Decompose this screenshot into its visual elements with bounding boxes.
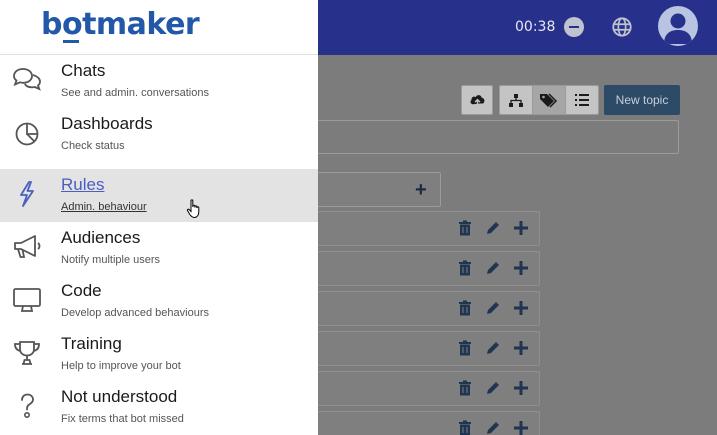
tags-view-button[interactable] [533,86,566,114]
sitemap-icon [509,94,523,107]
pencil-icon[interactable] [485,220,501,236]
add-icon[interactable] [513,340,529,356]
menu-item-training[interactable]: Training Help to improve your bot [0,328,318,381]
trash-icon[interactable] [457,340,473,356]
menu-item-chats[interactable]: Chats See and admin. conversations [0,55,318,108]
logo-underline [63,40,79,43]
root-topic-row[interactable]: + [300,172,441,207]
menu-item-label: Audiences [61,228,141,247]
add-icon[interactable] [513,260,529,276]
menu-item-label: Training [61,334,122,353]
add-icon[interactable] [513,220,529,236]
new-topic-button[interactable]: New topic [604,85,680,115]
rule-row[interactable] [300,411,540,435]
pencil-icon[interactable] [485,300,501,316]
menu-item-dashboards[interactable]: Dashboards Check status [0,108,318,161]
rule-row[interactable] [300,251,540,286]
pencil-icon[interactable] [485,340,501,356]
trash-icon[interactable] [457,380,473,396]
user-avatar[interactable] [658,6,698,46]
trash-icon[interactable] [457,420,473,435]
navigation-drawer: botmaker Chats See and admin. conversati… [0,0,318,435]
add-topic-icon[interactable]: + [415,180,427,200]
menu-item-label: Not understood [61,387,178,406]
menu-item-subtitle: Develop advanced behaviours [61,307,209,319]
rule-row[interactable] [300,291,540,326]
tags-icon [540,93,558,108]
menu-item-label: Dashboards [61,114,153,133]
pencil-icon[interactable] [485,380,501,396]
hand-pointer-cursor [186,199,200,219]
menu-item-code[interactable]: Code Develop advanced behaviours [0,275,318,328]
monitor-icon [13,288,41,312]
trash-icon[interactable] [457,300,473,316]
menu-item-subtitle: See and admin. conversations [61,87,209,99]
session-timer: 00:38 [515,19,556,35]
lightning-bolt-icon [20,181,34,207]
trash-icon[interactable] [457,260,473,276]
cloud-upload-icon [470,95,485,107]
question-mark-icon [21,393,34,418]
menu-item-subtitle: Fix terms that bot missed [61,413,184,425]
menu-item-audiences[interactable]: Audiences Notify multiple users [0,222,318,275]
trophy-icon [14,341,40,365]
rule-row[interactable] [300,211,540,246]
cloud-upload-button[interactable] [461,85,493,115]
minimize-icon[interactable] [564,17,584,37]
menu-item-subtitle: Help to improve your bot [61,360,181,372]
pencil-icon[interactable] [485,420,501,435]
logo-area: botmaker [0,0,318,55]
menu-item-label: Rules [61,175,105,194]
view-mode-toggle-group [499,85,599,115]
menu-item-rules[interactable]: Rules Admin. behaviour [0,169,318,222]
trash-icon[interactable] [457,220,473,236]
search-input[interactable] [300,120,679,154]
add-icon[interactable] [513,420,529,435]
pencil-icon[interactable] [485,260,501,276]
list-icon [575,94,589,106]
user-silhouette-icon [664,13,692,44]
add-icon[interactable] [513,300,529,316]
menu-item-subtitle: Notify multiple users [61,254,161,266]
menu-item-label: Chats [61,61,106,80]
rule-row[interactable] [300,331,540,366]
chat-bubbles-icon [13,68,41,91]
megaphone-icon [14,235,41,258]
menu-item-subtitle: Check status [61,140,125,152]
add-icon[interactable] [513,380,529,396]
globe-icon[interactable] [611,16,633,38]
rule-row[interactable] [300,371,540,406]
pie-chart-icon [15,122,39,146]
menu-item-label: Code [61,281,102,300]
tree-view-button[interactable] [500,86,533,114]
list-view-button[interactable] [566,86,598,114]
menu-item-subtitle: Admin. behaviour [61,201,147,213]
botmaker-logo[interactable]: botmaker [41,7,200,42]
menu-item-not-understood[interactable]: Not understood Fix terms that bot missed [0,381,318,434]
